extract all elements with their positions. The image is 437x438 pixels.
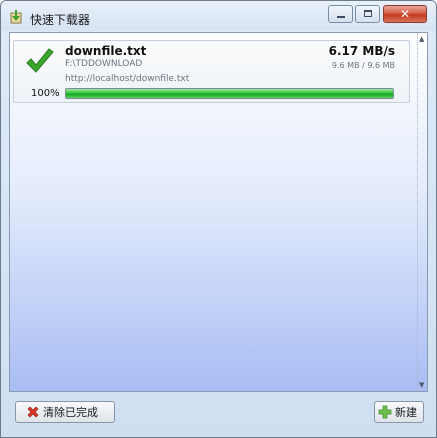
scroll-down-icon[interactable]: ▼ — [419, 381, 424, 389]
download-list[interactable]: downfile.txt 6.17 MB/s F:\TDDOWNLOAD 9.6… — [9, 32, 428, 392]
progress-bar — [65, 88, 394, 99]
plus-icon — [378, 405, 392, 419]
close-icon: ✕ — [399, 7, 411, 21]
minimize-button[interactable] — [328, 5, 353, 23]
clear-completed-button[interactable]: 清除已完成 — [15, 401, 115, 423]
save-path: F:\TDDOWNLOAD — [65, 59, 143, 69]
vertical-scrollbar[interactable]: ▲ ▼ — [417, 33, 427, 391]
scroll-up-icon[interactable]: ▲ — [419, 35, 424, 43]
window-title: 快速下载器 — [30, 13, 91, 27]
new-download-button[interactable]: 新建 — [374, 401, 424, 423]
new-download-label: 新建 — [395, 406, 417, 419]
file-size: 9.6 MB / 9.6 MB — [331, 61, 395, 70]
download-speed: 6.17 MB/s — [328, 44, 395, 58]
app-download-icon — [10, 10, 22, 24]
check-icon — [26, 48, 54, 73]
progress-percent: 100% — [31, 88, 60, 99]
source-url: http://localhost/downfile.txt — [65, 74, 190, 84]
title-bar[interactable]: 快速下载器 ✕ — [1, 1, 436, 31]
maximize-button[interactable] — [355, 5, 380, 23]
file-name: downfile.txt — [65, 44, 147, 58]
close-button[interactable]: ✕ — [383, 5, 427, 23]
progress-fill — [66, 89, 393, 98]
clear-completed-label: 清除已完成 — [43, 406, 98, 419]
download-window: 快速下载器 ✕ downfile.txt 6.17 MB/s F:\TDDOWN… — [0, 0, 437, 438]
delete-icon — [27, 406, 39, 418]
download-item[interactable]: downfile.txt 6.17 MB/s F:\TDDOWNLOAD 9.6… — [13, 40, 410, 103]
